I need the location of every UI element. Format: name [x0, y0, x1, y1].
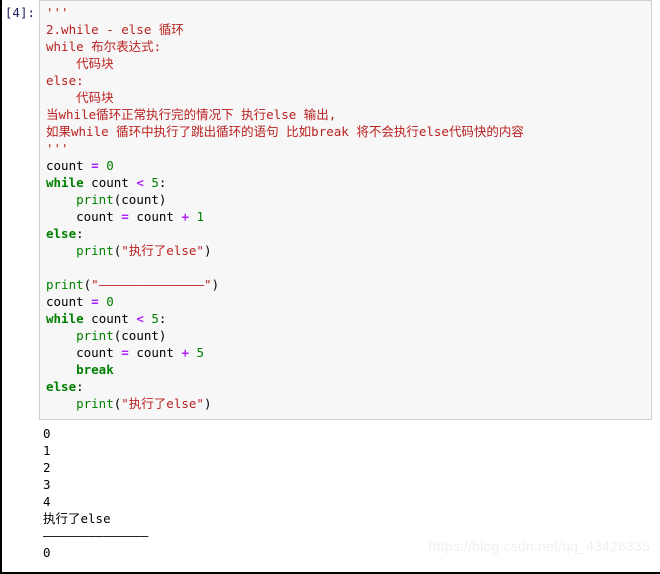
code-token: 代码块 [46, 90, 114, 105]
code-token: else: [46, 73, 84, 88]
code-token: count [128, 345, 182, 360]
code-cell-row: [4]: ''' 2.while - else 循环 while 布尔表达式: … [2, 0, 660, 420]
code-token: ) [203, 396, 212, 411]
code-token: "执行了else" [121, 243, 204, 258]
code-token: count [83, 175, 137, 190]
execution-count-prompt: [4]: [4, 5, 35, 20]
code-token: = [91, 294, 99, 309]
code-token: print [46, 277, 84, 292]
code-token: = [121, 345, 129, 360]
code-token: 1 [196, 209, 205, 224]
code-token: "——————————————" [91, 277, 212, 292]
code-token: print [76, 243, 114, 258]
code-token: count [128, 209, 182, 224]
code-token: (count) [113, 192, 167, 207]
code-token: else [46, 226, 77, 241]
code-token: break [76, 362, 114, 377]
code-token: ) [203, 243, 212, 258]
code-token: ''' [46, 141, 69, 156]
code-token: : [158, 175, 167, 190]
notebook-page: [4]: ''' 2.while - else 循环 while 布尔表达式: … [0, 0, 660, 574]
code-token: "执行了else" [121, 396, 204, 411]
code-token: print [76, 328, 114, 343]
code-token: count [46, 345, 122, 360]
code-token: + [181, 209, 190, 224]
code-token: count [46, 209, 122, 224]
code-token: + [181, 345, 190, 360]
code-token: : [76, 379, 84, 394]
code-token: ) [211, 277, 220, 292]
code-token: < [136, 311, 144, 326]
code-token: 5 [151, 175, 159, 190]
code-token: : [76, 226, 84, 241]
code-token: 0 [106, 294, 114, 309]
code-token: while 布尔表达式: [46, 39, 162, 54]
code-token: print [76, 192, 114, 207]
code-token: 当while循环正常执行完的情况下 执行else 输出, [46, 107, 337, 122]
source-code[interactable]: ''' 2.while - else 循环 while 布尔表达式: 代码块 e… [46, 4, 647, 412]
code-token: : [158, 311, 167, 326]
code-token: print [76, 396, 114, 411]
code-token: count [46, 294, 92, 309]
code-token: 如果while 循环中执行了跳出循环的语句 比如break 将不会执行else代… [46, 124, 524, 139]
code-token: count [46, 158, 92, 173]
code-token: ''' [46, 5, 69, 20]
code-token: while [46, 311, 84, 326]
code-token: 0 [106, 158, 114, 173]
code-token: (count) [113, 328, 167, 343]
csdn-watermark: https://blog.csdn.net/qq_43426335 [428, 538, 650, 554]
code-token: = [91, 158, 99, 173]
code-token: else [46, 379, 77, 394]
code-editor[interactable]: ''' 2.while - else 循环 while 布尔表达式: 代码块 e… [39, 0, 652, 420]
code-token: < [136, 175, 144, 190]
code-token: 代码块 [46, 56, 114, 71]
code-token: 2.while - else 循环 [46, 22, 184, 37]
code-token: = [121, 209, 129, 224]
code-token: 5 [196, 345, 205, 360]
code-token: while [46, 175, 84, 190]
code-token: 5 [151, 311, 159, 326]
code-token: count [83, 311, 137, 326]
